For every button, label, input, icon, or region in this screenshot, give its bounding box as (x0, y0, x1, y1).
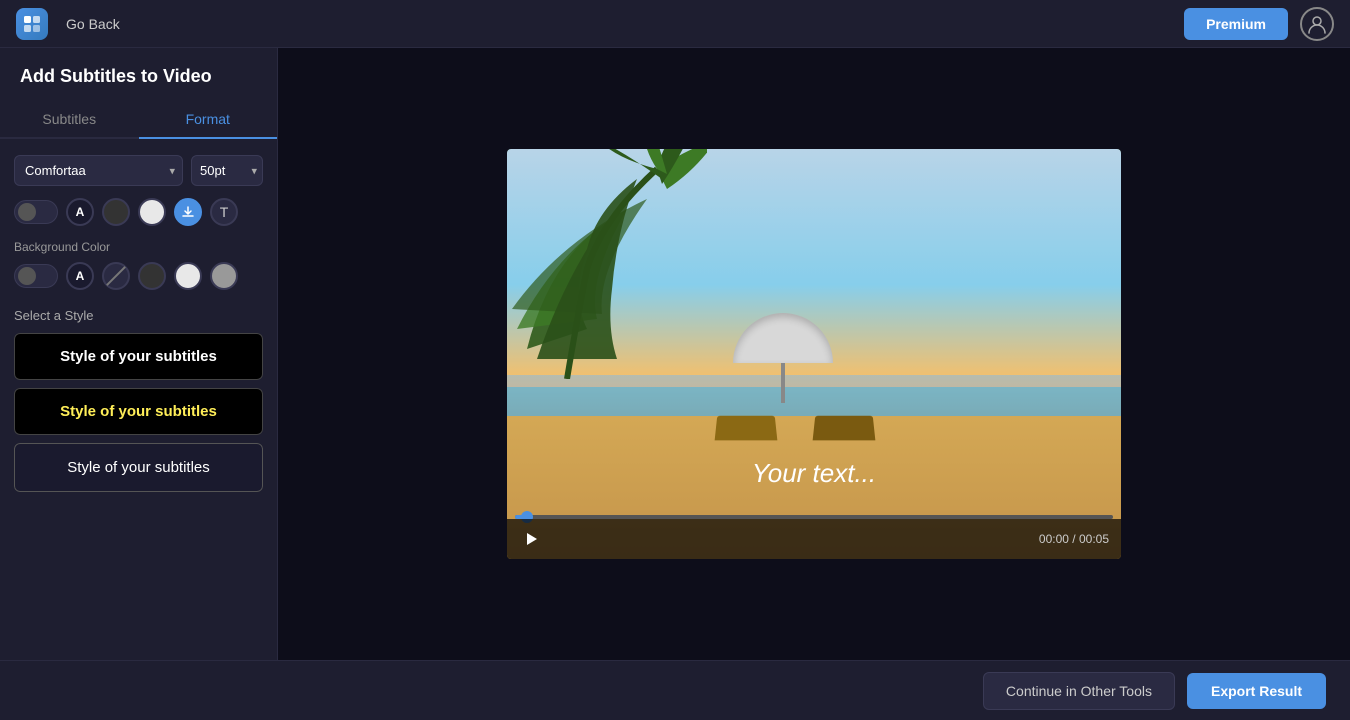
bg-color-toggle[interactable] (14, 264, 58, 288)
premium-button[interactable]: Premium (1184, 8, 1288, 40)
text-color-toggle[interactable] (14, 200, 58, 224)
font-row: Comfortaa Arial Roboto 40pt 50pt 60pt (14, 155, 263, 186)
video-thumbnail: Your text... (507, 149, 1121, 559)
bg-gray-swatch[interactable] (210, 262, 238, 290)
white-color-swatch[interactable] (138, 198, 166, 226)
bg-light-swatch[interactable] (174, 262, 202, 290)
style2-text: Style of your subtitles (60, 403, 217, 420)
no-bg-swatch[interactable] (102, 262, 130, 290)
top-bar: Go Back Premium (0, 0, 1350, 48)
continue-button[interactable]: Continue in Other Tools (983, 672, 1175, 710)
top-bar-left: Go Back (16, 8, 128, 40)
controls-area: Comfortaa Arial Roboto 40pt 50pt 60pt (0, 155, 277, 500)
text-a-swatch[interactable]: A (66, 198, 94, 226)
app-logo (16, 8, 48, 40)
video-area: Your text... (278, 48, 1350, 660)
beach-chair-right (813, 416, 876, 441)
video-controls: 00:00 / 00:05 (507, 519, 1121, 559)
style-option-1[interactable]: Style of your subtitles (14, 333, 263, 380)
tab-subtitles[interactable]: Subtitles (0, 101, 139, 139)
subtitle-text: Your text... (752, 458, 876, 488)
style1-text: Style of your subtitles (60, 348, 217, 365)
sidebar: Add Subtitles to Video Subtitles Format … (0, 48, 278, 660)
sidebar-title: Add Subtitles to Video (0, 48, 277, 101)
size-select-wrapper: 40pt 50pt 60pt (191, 155, 263, 186)
beach-chair-left (714, 416, 777, 441)
font-select-wrapper: Comfortaa Arial Roboto (14, 155, 183, 186)
font-select[interactable]: Comfortaa Arial Roboto (14, 155, 183, 186)
bg-color-row: A (14, 262, 263, 290)
bg-color-label: Background Color (14, 240, 263, 254)
user-avatar[interactable] (1300, 7, 1334, 41)
size-select[interactable]: 40pt 50pt 60pt (191, 155, 263, 186)
play-button[interactable] (519, 527, 543, 551)
top-bar-right: Premium (1184, 7, 1334, 41)
bg-toggle-knob (18, 267, 36, 285)
select-style-label: Select a Style (14, 308, 263, 323)
style3-text: Style of your subtitles (66, 458, 211, 477)
time-display: 00:00 / 00:05 (1039, 532, 1109, 546)
subtitle-overlay: Your text... (507, 458, 1121, 489)
export-button[interactable]: Export Result (1187, 673, 1326, 709)
time-separator: / (1072, 532, 1079, 546)
style-option-2[interactable]: Style of your subtitles (14, 388, 263, 435)
style-option-3[interactable]: Style of your subtitles (14, 443, 263, 492)
time-total: 00:05 (1079, 532, 1109, 546)
time-current: 00:00 (1039, 532, 1069, 546)
tab-format[interactable]: Format (139, 101, 278, 139)
go-back-button[interactable]: Go Back (58, 12, 128, 36)
tabs: Subtitles Format (0, 101, 277, 139)
bg-text-a-swatch[interactable]: A (66, 262, 94, 290)
beach-umbrella (733, 313, 833, 403)
video-container: Your text... (507, 149, 1121, 559)
text-style-icon[interactable]: T (210, 198, 238, 226)
text-color-row: A T (14, 198, 263, 226)
blue-active-swatch[interactable] (174, 198, 202, 226)
toggle-knob (18, 203, 36, 221)
dark-color-swatch[interactable] (102, 198, 130, 226)
bg-dark-swatch[interactable] (138, 262, 166, 290)
main-content: Add Subtitles to Video Subtitles Format … (0, 48, 1350, 660)
bottom-bar: Continue in Other Tools Export Result (0, 660, 1350, 720)
